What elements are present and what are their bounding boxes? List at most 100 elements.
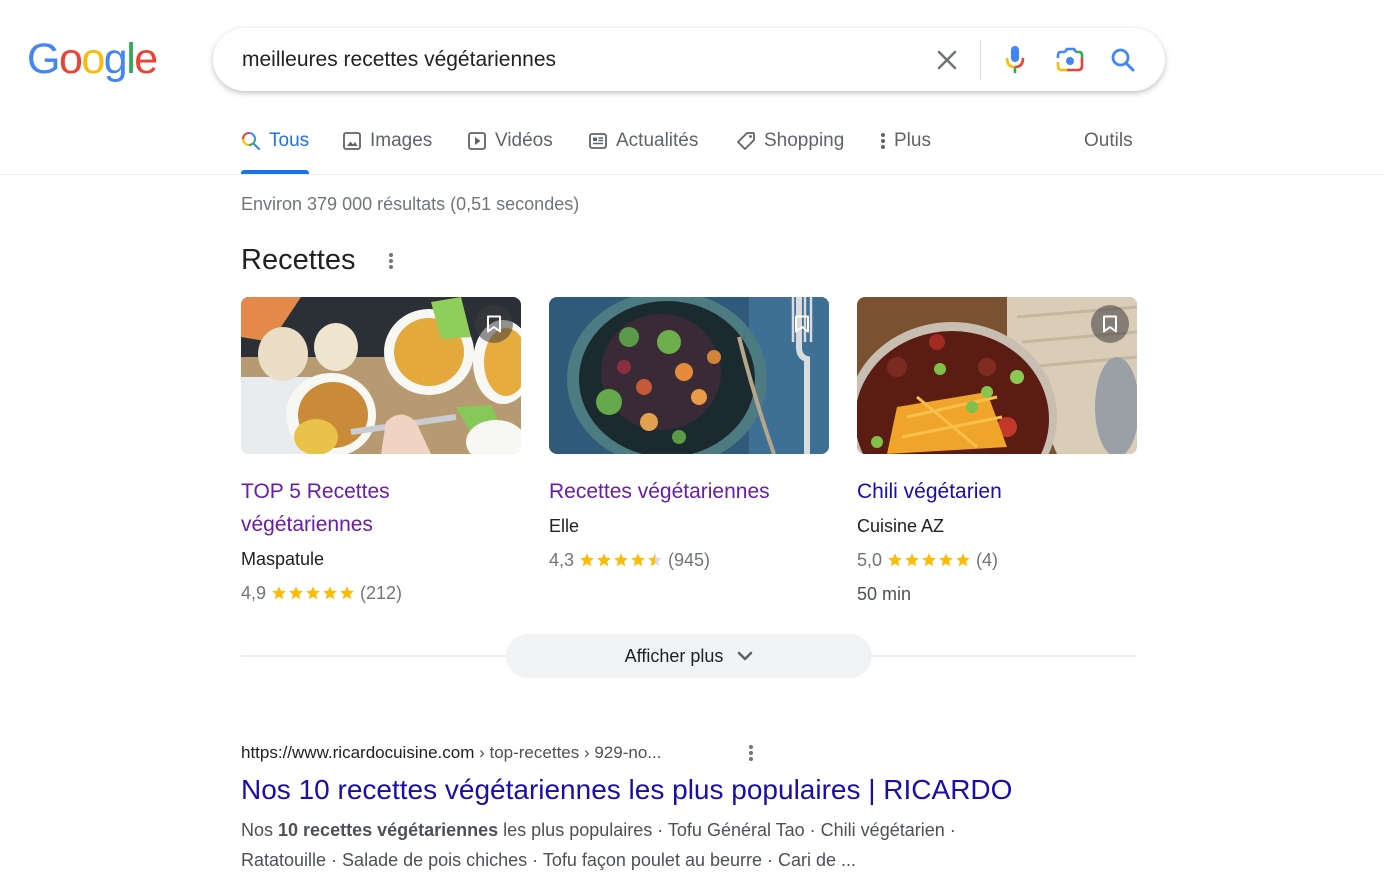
star-icon <box>323 586 337 600</box>
result-domain: https://www.ricardocuisine.com <box>241 743 475 762</box>
tab-actualites[interactable]: Actualités <box>588 130 698 152</box>
search-divider <box>980 40 981 80</box>
tab-label: Images <box>370 130 433 151</box>
recipe-source: Maspatule <box>241 549 325 569</box>
save-recipe-button[interactable] <box>1091 305 1129 343</box>
close-icon <box>937 50 957 69</box>
search-box <box>213 28 1165 91</box>
tab-tous[interactable]: Tous <box>241 130 309 152</box>
search-input[interactable] <box>242 28 922 91</box>
recipes-menu-button[interactable] <box>382 250 400 272</box>
image-search-button[interactable] <box>1053 28 1087 91</box>
logo-letter: l <box>126 35 136 83</box>
recipe-time: 50 min <box>857 584 912 604</box>
star-icon <box>888 553 902 567</box>
tab-label: Plus <box>894 130 931 151</box>
star-icon <box>306 586 320 600</box>
recipe-card[interactable]: Recettes végétariennes Elle 4,3 (945) <box>549 297 830 575</box>
result-stats: Environ 379 000 résultats (0,51 secondes… <box>241 194 580 214</box>
show-more-button[interactable]: Afficher plus <box>506 634 872 678</box>
recipes-heading: Recettes <box>241 244 356 276</box>
star-icon <box>340 586 354 600</box>
tab-images[interactable]: Images <box>342 130 432 152</box>
logo-letter: g <box>103 35 128 83</box>
more-vert-icon <box>389 253 393 269</box>
recipe-rating: 5,0 (4) <box>857 545 1138 575</box>
tab-shopping[interactable]: Shopping <box>736 130 844 152</box>
logo-letter: G <box>27 35 60 83</box>
result-url[interactable]: https://www.ricardocuisine.com › top-rec… <box>241 743 661 763</box>
image-icon <box>342 131 362 151</box>
star-icon <box>597 553 611 567</box>
star-icon <box>631 553 645 567</box>
recipe-image[interactable] <box>549 297 829 454</box>
recipe-card[interactable]: Chili végétarien Cuisine AZ 5,0 (4) 50 m… <box>857 297 1138 609</box>
camera-lens-icon <box>1056 47 1084 71</box>
recipe-source: Cuisine AZ <box>857 516 945 536</box>
clear-button[interactable] <box>931 28 963 91</box>
rating-value: 4,9 <box>241 583 267 603</box>
result-menu-button[interactable] <box>742 742 760 764</box>
bookmark-icon <box>487 315 501 333</box>
result-title-link[interactable]: Nos 10 recettes végétariennes les plus p… <box>241 774 1012 806</box>
snippet-text: Nos <box>241 820 279 840</box>
play-icon <box>467 131 487 151</box>
recipe-rating: 4,3 (945) <box>549 545 830 575</box>
result-snippet: Nos 10 recettes végétariennes les plus p… <box>241 815 1031 875</box>
tab-plus[interactable]: Plus <box>876 130 931 152</box>
search-button[interactable] <box>1107 28 1139 91</box>
rating-stars <box>271 585 355 601</box>
google-logo[interactable]: Google <box>27 35 158 83</box>
microphone-icon <box>1005 45 1025 73</box>
bookmark-icon <box>1103 315 1117 333</box>
recipe-image[interactable] <box>241 297 521 454</box>
star-icon <box>956 553 970 567</box>
recipe-title[interactable]: TOP 5 Recettes végétariennes <box>241 475 522 541</box>
more-vert-icon <box>749 745 753 761</box>
rating-stars <box>579 552 663 568</box>
rating-value: 5,0 <box>857 550 883 570</box>
more-vert-icon <box>876 131 890 151</box>
recipe-title[interactable]: Recettes végétariennes <box>549 475 830 508</box>
star-icon <box>580 553 594 567</box>
star-icon <box>272 586 286 600</box>
star-icon <box>289 586 303 600</box>
star-icon <box>939 553 953 567</box>
tag-icon <box>736 131 756 151</box>
active-tab-indicator <box>241 170 309 174</box>
tools-button[interactable]: Outils <box>1084 130 1133 152</box>
search-icon <box>1111 48 1135 71</box>
tab-label: Tous <box>269 130 310 151</box>
bookmark-icon <box>795 315 809 333</box>
show-more-label: Afficher plus <box>624 645 724 666</box>
logo-letter: e <box>134 35 158 83</box>
review-count: (212) <box>360 583 403 603</box>
save-recipe-button[interactable] <box>475 305 513 343</box>
save-recipe-button[interactable] <box>783 305 821 343</box>
search-tabs: Tous Images Vidéos Actualités Shopping P… <box>0 118 1384 175</box>
tab-label: Shopping <box>764 130 845 151</box>
star-icon <box>648 553 662 567</box>
search-icon <box>241 131 261 151</box>
recipe-image[interactable] <box>857 297 1137 454</box>
recipe-title[interactable]: Chili végétarien <box>857 475 1138 508</box>
rating-value: 4,3 <box>549 550 575 570</box>
tab-label: Actualités <box>616 130 699 151</box>
logo-letter: o <box>58 35 83 83</box>
star-icon <box>922 553 936 567</box>
review-count: (4) <box>976 550 999 570</box>
review-count: (945) <box>668 550 711 570</box>
news-icon <box>588 131 608 151</box>
recipe-source: Elle <box>549 516 580 536</box>
rating-stars <box>887 552 971 568</box>
tab-label: Vidéos <box>495 130 553 151</box>
result-breadcrumb: › top-recettes › 929-no... <box>474 743 662 762</box>
voice-search-button[interactable] <box>1001 28 1029 91</box>
tab-videos[interactable]: Vidéos <box>467 130 553 152</box>
recipe-card[interactable]: TOP 5 Recettes végétariennes Maspatule 4… <box>241 297 522 608</box>
snippet-highlight: 10 recettes végétariennes <box>278 820 499 840</box>
logo-letter: o <box>81 35 105 83</box>
star-icon <box>905 553 919 567</box>
chevron-down-icon <box>738 651 753 661</box>
recipe-rating: 4,9 (212) <box>241 578 522 608</box>
